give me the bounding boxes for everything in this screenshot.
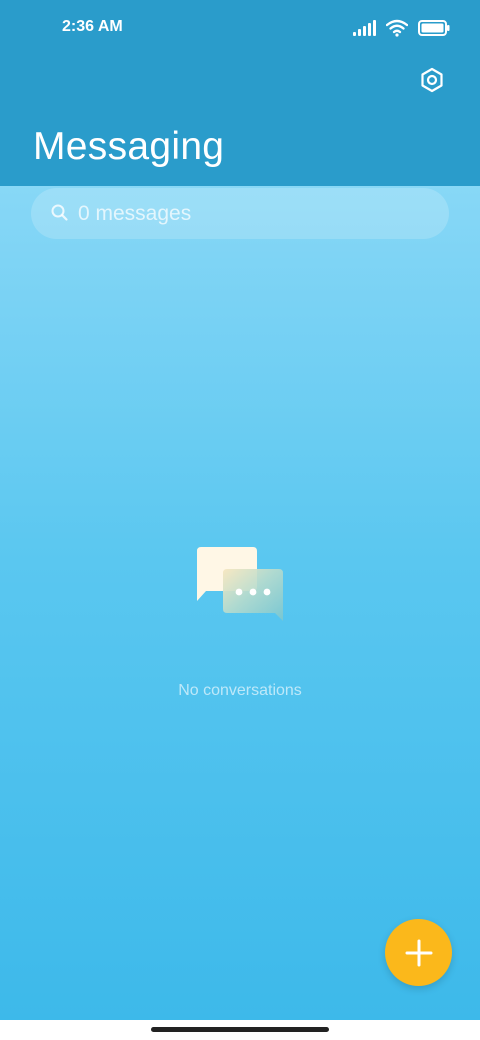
wifi-icon (386, 19, 408, 37)
app-header: 2:36 AM Messaging (0, 0, 480, 186)
settings-button[interactable] (418, 66, 446, 94)
search-icon (51, 204, 68, 221)
empty-state-text: No conversations (178, 682, 302, 699)
home-indicator[interactable] (151, 1027, 329, 1032)
page-title: Messaging (33, 125, 225, 168)
plus-icon (405, 939, 432, 966)
battery-full-icon (418, 20, 450, 36)
search-bar[interactable] (31, 188, 449, 239)
search-input[interactable] (78, 188, 428, 239)
new-conversation-button[interactable] (385, 919, 452, 986)
navigation-area (0, 1020, 480, 1040)
cellular-signal-icon (353, 20, 376, 36)
status-icons (353, 16, 450, 40)
status-bar: 2:36 AM (0, 0, 480, 56)
messaging-screen: 2:36 AM Messaging 0 messages No conversa… (0, 0, 480, 1020)
chat-bubbles-icon (197, 547, 283, 621)
settings-gear-icon (421, 67, 443, 93)
status-time: 2:36 AM (62, 18, 123, 35)
